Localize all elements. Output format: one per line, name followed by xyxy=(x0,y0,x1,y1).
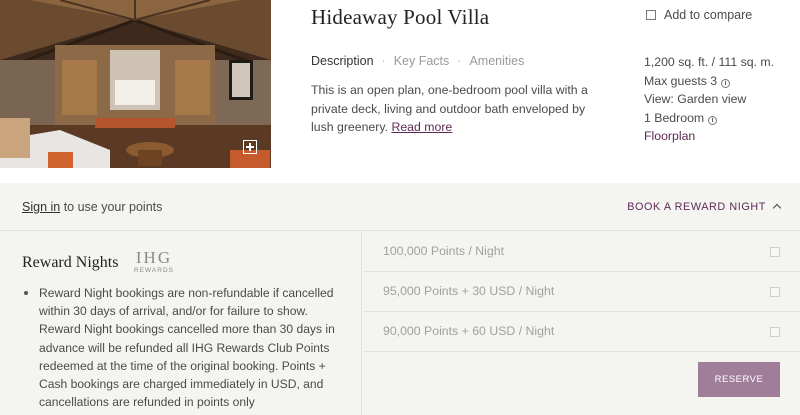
room-title: Hideaway Pool Villa xyxy=(311,5,490,29)
tab-description[interactable]: Description xyxy=(311,54,374,68)
room-summary: Hideaway Pool Villa Description · Key Fact… xyxy=(0,0,800,183)
rate-option-label: 95,000 Points + 30 USD / Night xyxy=(383,284,555,298)
logo-main: IHG xyxy=(135,248,173,267)
floorplan-link[interactable]: Floorplan xyxy=(644,127,774,146)
room-tabs: Description · Key Facts · Amenities xyxy=(311,54,524,68)
room-facts: 1,200 sq. ft. / 111 sq. m. Max guests 3i… xyxy=(644,53,774,146)
bedrooms-row: 1 Bedroom i xyxy=(644,109,774,128)
tab-separator: · xyxy=(457,54,462,68)
compare-checkbox[interactable] xyxy=(646,10,656,20)
tab-separator: · xyxy=(381,54,386,68)
rate-option[interactable]: 95,000 Points + 30 USD / Night xyxy=(363,272,800,312)
tab-key-facts[interactable]: Key Facts xyxy=(394,54,450,68)
chevron-up-icon xyxy=(772,203,782,213)
rate-option-checkbox[interactable] xyxy=(770,247,780,257)
rate-option-label: 90,000 Points + 60 USD / Night xyxy=(383,324,555,338)
reward-nights-title: Reward Nights xyxy=(22,254,119,271)
room-view: View: Garden view xyxy=(644,92,747,107)
reward-policy: Reward Night bookings are non-refundable… xyxy=(22,284,342,411)
book-reward-night-toggle[interactable]: BOOK A REWARD NIGHT xyxy=(627,201,782,213)
logo-sub: REWARDS xyxy=(134,267,174,274)
add-to-compare[interactable]: Add to compare xyxy=(646,8,752,22)
room-photo-illustration xyxy=(0,0,271,168)
rate-option[interactable]: 90,000 Points + 60 USD / Night xyxy=(363,312,800,352)
bedrooms-info-icon[interactable]: i xyxy=(708,115,718,125)
max-guests: Max guests 3 xyxy=(644,73,718,88)
rate-option[interactable]: 100,000 Points / Night xyxy=(363,232,800,272)
rate-option-label: 100,000 Points / Night xyxy=(383,244,504,258)
rate-options: 100,000 Points / Night 95,000 Points + 3… xyxy=(363,232,800,352)
book-reward-label: BOOK A REWARD NIGHT xyxy=(627,201,766,213)
signin-prompt: Sign in to use your points xyxy=(22,200,162,214)
signin-text: to use your points xyxy=(60,200,163,214)
compare-label: Add to compare xyxy=(664,8,753,22)
booking-panel: Sign in to use your points BOOK A REWARD… xyxy=(0,183,800,415)
tab-amenities[interactable]: Amenities xyxy=(469,54,524,68)
max-guests-row: Max guests 3i xyxy=(644,72,774,91)
room-photo[interactable] xyxy=(0,0,271,168)
reward-info: Reward Nights IHG REWARDS Reward Night b… xyxy=(0,232,362,415)
signin-row: Sign in to use your points BOOK A REWARD… xyxy=(0,183,800,231)
room-description: This is an open plan, one-bedroom pool v… xyxy=(311,81,601,137)
policy-list: Reward Night bookings are non-refundable… xyxy=(22,284,342,411)
policy-item: Reward Night bookings are non-refundable… xyxy=(22,284,342,411)
room-size: 1,200 sq. ft. / 111 sq. m. xyxy=(644,55,775,69)
ihg-rewards-logo: IHG REWARDS xyxy=(134,248,174,275)
max-guests-info-icon[interactable]: i xyxy=(721,78,731,88)
rate-option-checkbox[interactable] xyxy=(770,327,780,337)
reserve-button[interactable]: RESERVE xyxy=(698,362,780,397)
expand-photo-icon[interactable] xyxy=(243,140,257,154)
bedrooms: 1 Bedroom xyxy=(644,110,705,125)
read-more-link[interactable]: Read more xyxy=(391,120,452,134)
rate-option-checkbox[interactable] xyxy=(770,287,780,297)
sign-in-link[interactable]: Sign in xyxy=(22,200,60,214)
